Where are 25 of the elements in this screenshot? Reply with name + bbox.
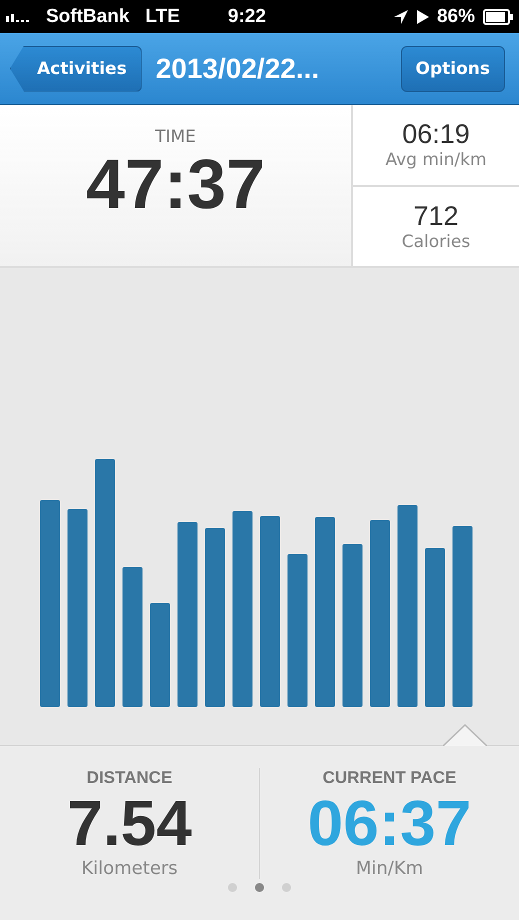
- location-arrow-icon: [392, 8, 409, 24]
- play-icon: [416, 10, 429, 24]
- metric-unit: Min/Km: [356, 858, 424, 880]
- page-title: 2013/02/22...: [156, 52, 320, 84]
- stat-label: Calories: [402, 232, 470, 252]
- stat-value: 712: [413, 200, 459, 232]
- stat-value: 47:37: [86, 149, 266, 219]
- metric-value: 7.54: [67, 788, 192, 858]
- page-dot[interactable]: [255, 883, 264, 892]
- metric-label: CURRENT PACE: [322, 768, 456, 788]
- network-type: LTE: [145, 6, 180, 28]
- page-dot[interactable]: [228, 883, 237, 892]
- metric-value: 06:37: [308, 788, 472, 858]
- stat-label: TIME: [155, 127, 196, 147]
- back-button[interactable]: Activities: [10, 46, 142, 92]
- options-button[interactable]: Options: [400, 46, 505, 92]
- status-time: 9:22: [228, 6, 266, 28]
- metric-unit: Kilometers: [81, 858, 178, 880]
- metric-label: DISTANCE: [86, 768, 172, 788]
- page-dot[interactable]: [282, 883, 291, 892]
- stat-value: 06:19: [402, 119, 470, 150]
- battery-percent: 86%: [436, 6, 475, 28]
- battery-icon: [483, 8, 513, 24]
- carrier-name: SoftBank: [46, 6, 130, 28]
- stat-label: Avg min/km: [385, 150, 487, 170]
